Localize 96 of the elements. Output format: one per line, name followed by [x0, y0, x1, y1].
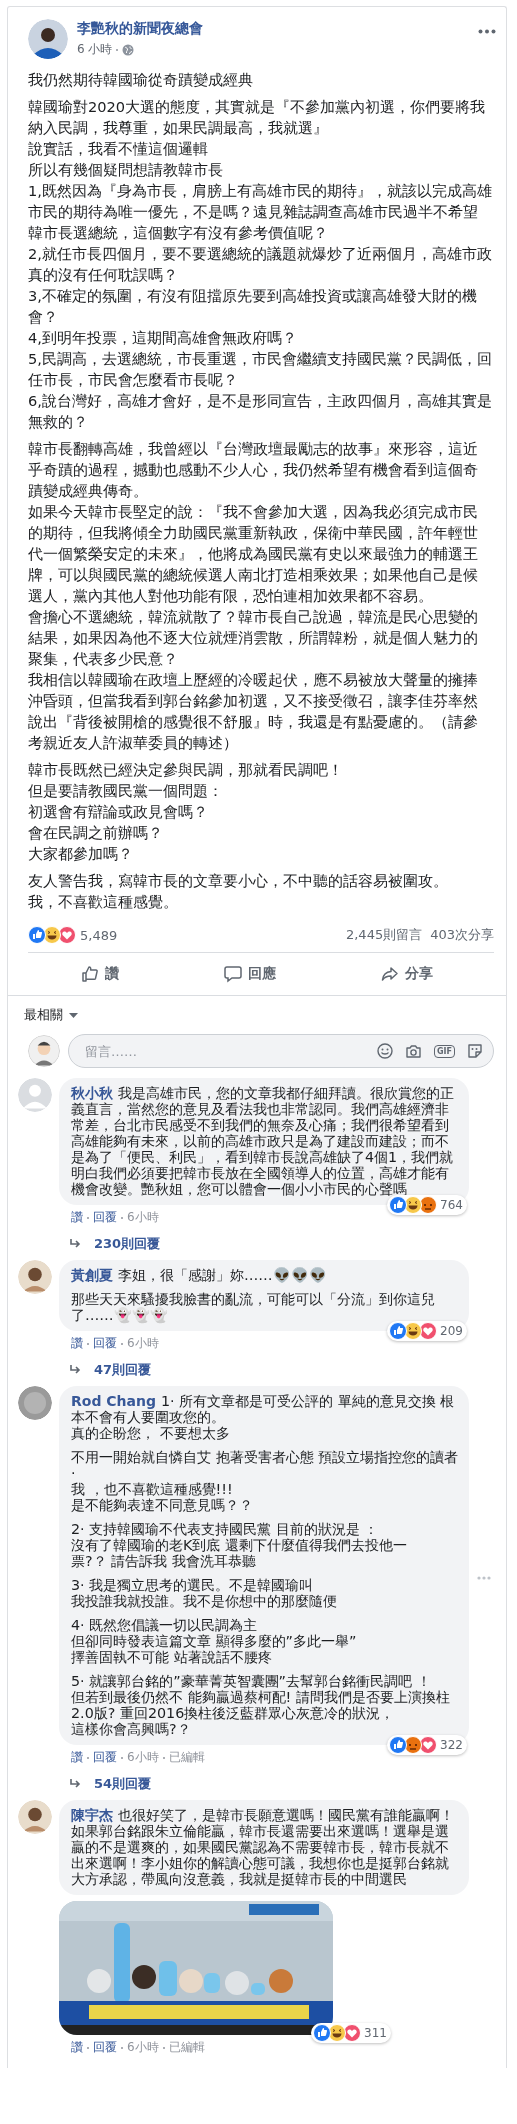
comment-text: 但若到最後仍然不 能夠贏過蔡柯配! 請問我們是否要上演換柱2.0版? 重回2016換柱後泛藍群眾心灰意冷的狀況， — [71, 1689, 451, 1721]
reaction-count[interactable]: 5,489 — [80, 927, 118, 943]
comment-count-link[interactable]: 2,445則留言 — [345, 926, 423, 944]
share-button[interactable]: 分享 — [371, 961, 444, 987]
share-count-link[interactable]: 403次分享 — [430, 926, 494, 944]
post-text: 6,說台灣好，高雄才會好，是不是形同宣告，主政四個月，高雄其實是無救的？ — [28, 391, 492, 432]
comment-text: 5· 就讓郭台銘的”豪華菁英智囊團”去幫郭台銘衝民調吧 ！ — [71, 1673, 432, 1689]
commenter-name[interactable]: 秋小秋 — [71, 1085, 113, 1101]
post-text: 但是要請教國民黨一個問題： — [28, 781, 224, 801]
comment-text: 沒有了韓國瑜的老K到底 還剩下什麼值得我們去投他一票?？ 請告訴我 我會洗耳恭聽 — [71, 1537, 408, 1569]
smiley-icon[interactable] — [377, 1043, 393, 1059]
reply-arrow-icon — [70, 1779, 82, 1789]
post-text: 3,不確定的氛圍，有沒有阻擋原先要到高雄投資或讓高雄發大財的機會？ — [28, 286, 478, 327]
reaction-count: 209 — [440, 1324, 463, 1338]
view-replies-link[interactable]: 47則回覆 — [70, 1361, 506, 1379]
post-text: 大家都參加嗎？ — [28, 844, 134, 864]
gif-button[interactable]: GIF — [434, 1044, 455, 1058]
page-avatar[interactable] — [28, 19, 68, 59]
comment-action-link[interactable]: 回覆 — [93, 1749, 117, 1766]
comment-action-link[interactable]: 讚 — [71, 1209, 83, 1226]
comment-meta-link[interactable]: 6小時 — [127, 1209, 159, 1226]
comment-meta-link[interactable]: 6小時 — [127, 2039, 159, 2056]
comment-text: Rod Chang 1· 所有文章都是可受公評的 單純的意見交換 根本不會有人要圍攻您的。 — [71, 1393, 456, 1425]
reaction-summary[interactable]: 322 — [387, 1735, 467, 1755]
reaction-count: 764 — [440, 1198, 463, 1212]
comment-action-link[interactable]: 回覆 — [93, 1335, 117, 1352]
comment-text: 4· 既然您倡議一切以民調為主 — [71, 1617, 259, 1633]
reply-arrow-icon — [70, 1365, 82, 1375]
reaction-count: 311 — [364, 2026, 387, 2040]
camera-icon[interactable] — [405, 1043, 422, 1059]
post-text: 1,既然因為『身為市長，肩膀上有高雄市民的期待』，就該以完成高雄市民的期待為唯一優先，不是嗎？遠見雜誌調查高雄市民過半不希望韓市長選總統，這個數字有沒有參考價值呢？ — [28, 181, 492, 243]
avatar[interactable] — [18, 1260, 52, 1294]
user-avatar[interactable] — [28, 1035, 60, 1067]
post-text: 韓市長翻轉高雄，我曾經以『台灣政壇最勵志的故事』來形容，這近乎奇蹟的過程，撼動也感動不少人心，我仍然希望有機會看到這個奇蹟變成經典傳奇。 — [28, 439, 479, 501]
caret-icon — [69, 1012, 78, 1018]
comment-meta-link[interactable]: 已編輯 — [168, 2039, 205, 2056]
post-text: 會擔心不選總統，韓流就散了？韓市長自己說過，韓流是民心思變的結果，如果因為他不逐大位就煙消雲散，所謂韓粉，就是個人魅力的聚集，代表多少民意？ — [28, 607, 479, 669]
reaction-summary[interactable]: 209 — [387, 1321, 467, 1341]
post-text: 友人警告我，寫韓市長的文章要小心，不中聽的話容易被圍攻。 — [28, 871, 449, 891]
post-text: 我仍然期待韓國瑜從奇蹟變成經典 — [28, 70, 254, 90]
reaction-summary[interactable]: 764 — [387, 1195, 467, 1215]
speech-bubble-icon — [224, 965, 242, 983]
comment-text: 那些天天來騷擾我臉書的亂流，可能可以「分流」到你這兒了……👻👻👻 — [71, 1291, 436, 1323]
comment-text: 不用一開始就自憐自艾 抱著受害者心態 預設立場指控您的讀者· — [71, 1449, 459, 1481]
comment-text: 這樣你會高興嗎?？ — [71, 1721, 192, 1737]
comment-text: 3· 我是獨立思考的選民。不是韓國瑜叫 — [71, 1577, 315, 1593]
avatar[interactable] — [18, 1800, 52, 1834]
comment-action-link[interactable]: 讚 — [71, 1335, 83, 1352]
post-text: 4,到明年投票，這期間高雄會無政府嗎？ — [28, 328, 298, 348]
reaction-count: 322 — [440, 1738, 463, 1752]
sort-dropdown[interactable]: 最相關 — [24, 1006, 78, 1024]
post-text: 初選會有辯論或政見會嗎？ — [28, 802, 209, 822]
comment-action-link[interactable]: 讚 — [71, 2039, 83, 2056]
comment-text: 黃創夏 李姐，很「感謝」妳……👽👽👽 — [71, 1267, 328, 1283]
sticker-icon[interactable] — [467, 1043, 483, 1059]
comment-button[interactable]: 回應 — [214, 961, 286, 987]
comment-text: 但卻同時發表這篇文章 顯得多麼的”多此一舉” — [71, 1633, 358, 1649]
comment-action-link[interactable]: 讚 — [71, 1749, 83, 1766]
more-options-icon[interactable] — [478, 29, 496, 34]
comment-action-link[interactable]: 回覆 — [93, 1209, 117, 1226]
post-time[interactable]: 6 小時 — [77, 41, 113, 58]
post-text: 說實話，我看不懂這個邏輯 — [28, 139, 209, 159]
share-arrow-icon — [381, 965, 400, 983]
commenter-name[interactable]: 黃創夏 — [71, 1267, 113, 1283]
comment-text: 擇善固執不可能 站著說話不腰疼 — [71, 1649, 273, 1665]
comment-text: 是不能夠表達不同意見嗎？？ — [71, 1497, 254, 1513]
post-text: 會在民調之前辦嗎？ — [28, 823, 164, 843]
post-text: 韓國瑜對2020大選的態度，其實就是『不參加黨內初選，你們要將我納入民調，我尊重，如果民調最高，我就選』 — [28, 97, 487, 138]
comment-field[interactable]: 留言…… GIF — [68, 1034, 494, 1068]
view-replies-link[interactable]: 54則回覆 — [70, 1775, 506, 1793]
comment-meta-link[interactable]: 6小時 — [127, 1749, 159, 1766]
comment-meta-link[interactable]: 已編輯 — [168, 1749, 205, 1766]
comment-action-link[interactable]: 回覆 — [93, 2039, 117, 2056]
thumbs-up-icon — [80, 965, 99, 983]
reply-arrow-icon — [70, 1239, 82, 1249]
reaction-summary[interactable]: 311 — [311, 2023, 391, 2043]
post-text: 我，不喜歡這種感覺。 — [28, 892, 179, 912]
comment-text: 真的企盼您， 不要想太多 — [71, 1425, 231, 1441]
post-text: 如果今天韓市長堅定的說：『我不會參加大選，因為我必須完成市民的期待，但我將傾全力助國民黨重新執政，保衛中華民國，許年輕世代一個繁榮安定的未來』，他將成為國民黨有史以來最強力的輔選王牌，可以與國民黨的總統候選人南北打造相乘效果；如果他自己是候選人，黨內其他人對他功能有限，恐怕連相加效果都不容易。 — [28, 502, 479, 606]
post-text: 韓市長既然已經決定參與民調，那就看民調吧！ — [28, 760, 344, 780]
post-text: 所以有幾個疑問想請教韓市長 — [28, 160, 224, 180]
like-button[interactable]: 讚 — [70, 961, 129, 987]
post-text: 我相信以韓國瑜在政壇上歷經的冷暖起伏，應不易被放大聲量的擁捧沖昏頭，但當我看到郭台銘參加初選，又不接受徵召，讓李佳芬率然說出『背後被開槍的感覺很不舒服』時，我還是有點憂慮的。（請參考親近友人許淑華委員的轉述） — [28, 670, 479, 753]
comment-text: 2· 支持韓國瑜不代表支持國民黨 目前的狀況是 ： — [71, 1521, 380, 1537]
comment-meta-link[interactable]: 6小時 — [127, 1335, 159, 1352]
globe-icon — [122, 43, 135, 56]
post-text: 2,就任市長四個月，要不要選總統的議題就爆炒了近兩個月，高雄市政真的沒有任何耽誤嗎？ — [28, 244, 492, 285]
page-name[interactable]: 李艷秋的新聞夜總會 — [77, 20, 203, 38]
comment-text: 我 ，也不喜歡這種感覺!!! — [71, 1481, 234, 1497]
commenter-name[interactable]: 陳宇杰 — [71, 1807, 113, 1823]
comment-text: 我投誰我就投誰。我不是你想中的那麼隨便 — [71, 1593, 338, 1609]
comment-text: 秋小秋 我是高雄市民，您的文章我都仔細拜讀。很欣賞您的正義直言，當然您的意見及看法我也非常認同。我們高雄經濟非常差，台北市民感受不到我們的無奈及心痛；我們很希望看到高雄能夠有未來，以前的高雄市政只是為了建設而建設；而不是為了「便民、利民」，看到韓市長說高雄缺了4個1，我們就明白我們必須要把韓市長放在全國領導人的位置，高雄才能有機會改變。艷秋姐，您可以體會一個小小市民的心聲嗎 — [71, 1085, 455, 1197]
view-replies-link[interactable]: 230則回覆 — [70, 1235, 506, 1253]
comment-text: 陳宇杰 也很好笑了，是韓市長願意選嗎！國民黨有誰能贏啊！如果郭台銘跟朱立倫能贏，韓市長還需要出來選嗎！選舉是選贏的不是選爽的，如果國民黨認為不需要韓市長，韓市長就不出來選啊！李小姐你的解讀心態可議，我想你也是挺郭台銘就大方承認，帶風向沒意義，我就是挺韓市長的中間選民 — [71, 1807, 455, 1887]
post-text: 5,民調高，去選總統，市長重選，市民會繼續支持國民黨？民調低，回任市長，市民會怎麼看市長呢？ — [28, 349, 492, 390]
commenter-name[interactable]: Rod Chang — [71, 1393, 156, 1409]
